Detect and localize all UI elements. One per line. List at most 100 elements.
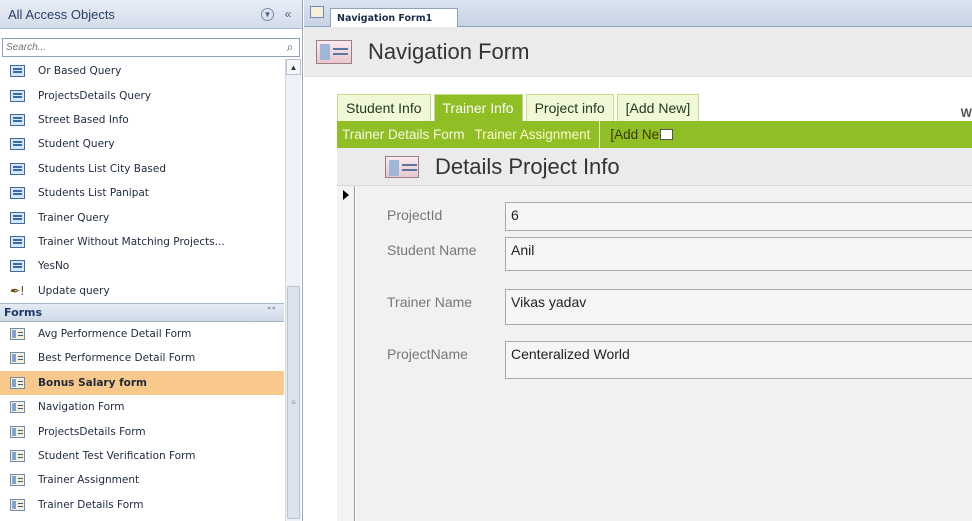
- list-item-label: Students List Panipat: [38, 187, 149, 200]
- list-item-form[interactable]: Avg Performence Detail Form: [0, 322, 284, 346]
- query-icon: [10, 187, 25, 200]
- field-row: ProjectName Centeralized World: [387, 341, 972, 379]
- list-item-label: Best Performence Detail Form: [38, 352, 196, 365]
- update-query-icon: ✒!: [10, 283, 25, 298]
- group-header-forms[interactable]: Forms ˄˄: [0, 302, 284, 322]
- tab-label: [Add Ne: [610, 127, 660, 142]
- list-item-query[interactable]: Student Query: [0, 132, 284, 156]
- record-selector[interactable]: [337, 186, 355, 521]
- query-icon: [10, 235, 25, 248]
- subform-details-project-info: Details Project Info ProjectId 6 Student…: [337, 148, 972, 521]
- list-item-update-query[interactable]: ✒! Update query: [0, 279, 284, 303]
- list-item-label: Student Test Verification Form: [38, 450, 196, 463]
- field-row: Trainer Name Vikas yadav: [387, 289, 972, 325]
- tab-label: Navigation Form1: [337, 12, 433, 24]
- field-label: ProjectName: [387, 346, 468, 362]
- query-icon: [10, 113, 25, 126]
- scroll-up-icon[interactable]: ▲: [286, 59, 301, 75]
- search-icon[interactable]: ⌕: [281, 40, 299, 55]
- tab-trainer-details-form[interactable]: Trainer Details Form: [337, 121, 470, 148]
- list-item-label: ProjectsDetails Query: [38, 89, 152, 102]
- list-item-label: YesNo: [38, 260, 70, 273]
- nav-pane-title[interactable]: All Access Objects: [8, 7, 261, 22]
- page-title: Navigation Form: [368, 38, 530, 64]
- list-item-label: Navigation Form: [38, 401, 125, 414]
- field-label: Trainer Name: [387, 294, 473, 310]
- list-item-label: Trainer Query: [38, 211, 110, 224]
- tab-trainer-info[interactable]: Trainer Info: [433, 94, 523, 121]
- list-item-label: Trainer Assignment: [38, 474, 140, 487]
- search-input[interactable]: [3, 42, 281, 53]
- form-icon: [10, 498, 25, 511]
- nav-pane-scrollbar[interactable]: ▲ ≡: [285, 59, 301, 521]
- field-label: ProjectId: [387, 207, 443, 223]
- query-icon: [10, 65, 25, 78]
- list-item-label: Avg Performence Detail Form: [38, 328, 192, 341]
- scrollbar-thumb[interactable]: ≡: [287, 286, 300, 519]
- list-item-form[interactable]: Best Performence Detail Form: [0, 346, 284, 370]
- list-item-label: Trainer Details Form: [38, 498, 144, 511]
- list-item-form[interactable]: Navigation Form: [0, 395, 284, 419]
- list-item-query[interactable]: Or Based Query: [0, 59, 284, 83]
- form-icon: [310, 6, 324, 18]
- tab-add-new[interactable]: [Add New]: [616, 94, 700, 121]
- query-icon: [10, 89, 25, 102]
- list-item-label: Bonus Salary form: [38, 376, 147, 389]
- subform-title: Details Project Info: [435, 153, 620, 179]
- tab-add-new-sub[interactable]: [Add Ne: [599, 121, 678, 148]
- nav-pane-list: Or Based Query ProjectsDetails Query Str…: [0, 59, 284, 517]
- student-name-field[interactable]: Anil: [505, 237, 972, 271]
- form-icon: [10, 352, 25, 365]
- collapse-group-icon[interactable]: ˄˄: [267, 307, 276, 317]
- tab-navigation-form1[interactable]: Navigation Form1: [330, 8, 458, 27]
- list-item-form[interactable]: Trainer Details Form: [0, 493, 284, 517]
- list-item-form-selected[interactable]: Bonus Salary form: [0, 370, 284, 396]
- list-item-query[interactable]: YesNo: [0, 254, 284, 278]
- list-item-label: Update query: [38, 284, 110, 297]
- nav-pane-menu-icon[interactable]: ▼: [261, 7, 274, 21]
- list-item-label: Street Based Info: [38, 113, 129, 126]
- list-item-query[interactable]: Street Based Info: [0, 108, 284, 132]
- detail-section: ProjectId 6 Student Name Anil Trainer Na…: [356, 186, 972, 521]
- tab-project-info[interactable]: Project info: [525, 94, 614, 121]
- list-item-query[interactable]: Trainer Query: [0, 205, 284, 229]
- shutter-bar-collapse-icon[interactable]: «: [280, 6, 296, 22]
- form-icon: [10, 328, 25, 341]
- form-icon: [10, 450, 25, 463]
- field-row: Student Name Anil: [387, 237, 972, 271]
- list-item-query[interactable]: Students List City Based: [0, 157, 284, 181]
- navigation-control: Student Info Trainer Info Project info […: [304, 78, 972, 521]
- field-row: ProjectId 6: [387, 202, 972, 231]
- query-icon: [10, 162, 25, 175]
- query-icon: [10, 211, 25, 224]
- projectid-field[interactable]: 6: [505, 202, 972, 231]
- list-item-label: Trainer Without Matching Projects...: [38, 235, 225, 248]
- form-icon: [385, 155, 419, 178]
- list-item-label: Or Based Query: [38, 65, 122, 78]
- project-name-field[interactable]: Centeralized World: [505, 341, 972, 379]
- form-icon: [316, 39, 352, 64]
- list-item-form[interactable]: Student Test Verification Form: [0, 444, 284, 468]
- list-item-query[interactable]: Trainer Without Matching Projects...: [0, 230, 284, 254]
- query-icon: [10, 138, 25, 151]
- form-icon: [660, 129, 674, 140]
- field-label: Student Name: [387, 242, 477, 258]
- list-item-form[interactable]: ProjectsDetails Form: [0, 419, 284, 443]
- list-item-form[interactable]: Trainer Assignment: [0, 468, 284, 492]
- current-record-icon: [343, 190, 349, 200]
- list-item-query[interactable]: ProjectsDetails Query: [0, 83, 284, 107]
- navigation-pane: All Access Objects ▼ « ⌕ Or Based Query …: [0, 0, 303, 521]
- tab-student-info[interactable]: Student Info: [337, 94, 431, 121]
- cut-off-text: W: [960, 106, 972, 120]
- trainer-name-field[interactable]: Vikas yadav: [505, 289, 972, 325]
- list-item-query[interactable]: Students List Panipat: [0, 181, 284, 205]
- list-item-label: Student Query: [38, 138, 115, 151]
- list-item-label: Students List City Based: [38, 162, 166, 175]
- nav-pane-search[interactable]: ⌕: [2, 38, 300, 57]
- tab-trainer-assignment[interactable]: Trainer Assignment: [470, 121, 596, 148]
- form-icon: [10, 425, 25, 438]
- subform-header: Details Project Info: [337, 148, 972, 186]
- nav-pane-header[interactable]: All Access Objects ▼ «: [0, 0, 302, 29]
- document-tab-strip: Navigation Form1: [304, 0, 972, 27]
- form-icon: [10, 401, 25, 414]
